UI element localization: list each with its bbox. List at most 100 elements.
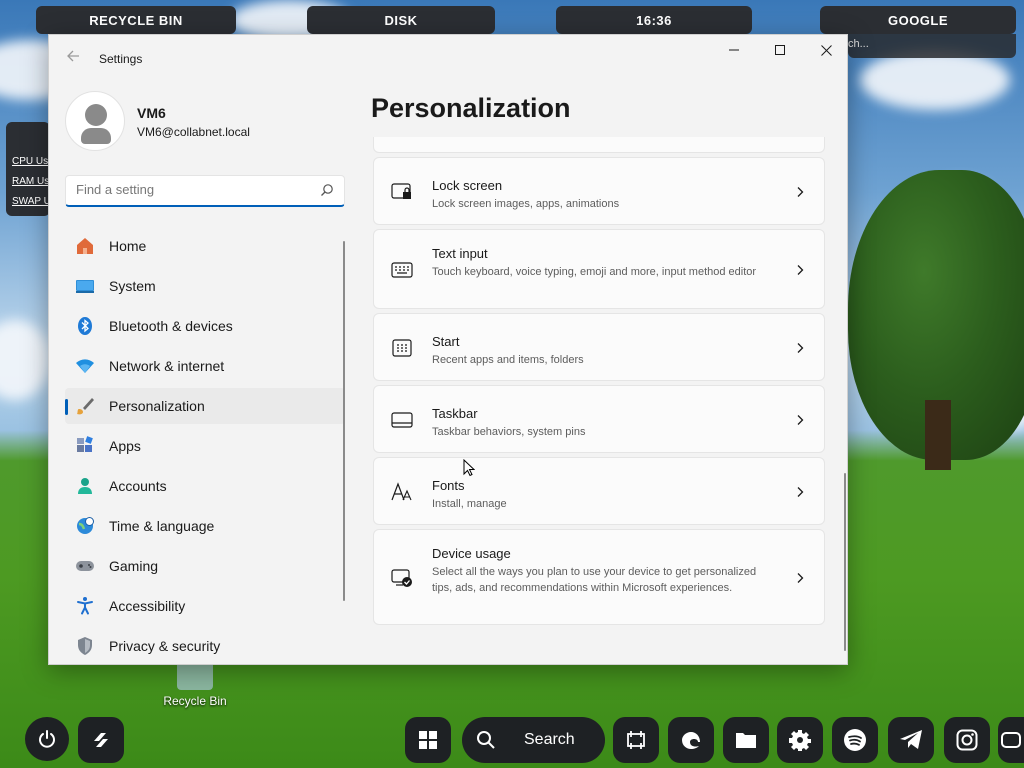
text-input-card[interactable]: Text input Touch keyboard, voice typing,… — [373, 229, 825, 309]
disk-widget[interactable]: DISK — [307, 6, 495, 34]
fonts-subtitle: Install, manage — [432, 498, 507, 510]
taskbar-search[interactable]: Search — [462, 717, 605, 763]
power-button[interactable] — [25, 717, 69, 761]
nav-item-apps[interactable]: Apps — [65, 428, 345, 464]
disk-widget-label: DISK — [384, 12, 418, 28]
snip-tool-button[interactable] — [613, 717, 659, 763]
system-icon — [75, 276, 95, 296]
chevron-right-icon — [797, 573, 804, 583]
settings-window: Settings VM6 VM6@collabnet.local Home Sy… — [48, 34, 848, 665]
clock-widget[interactable]: 16:36 — [556, 6, 752, 34]
avatar — [65, 91, 125, 151]
windows-icon — [419, 731, 437, 749]
maximize-icon — [775, 45, 785, 55]
taskbar-card[interactable]: Taskbar Taskbar behaviors, system pins — [373, 385, 825, 453]
mouse-cursor-icon — [463, 459, 475, 477]
recycle-bin-widget[interactable]: RECYCLE BIN — [36, 6, 236, 34]
instagram-icon — [956, 729, 978, 751]
google-widget[interactable]: GOOGLE — [820, 6, 1016, 34]
content-scrollbar[interactable] — [844, 473, 846, 651]
start-card[interactable]: Start Recent apps and items, folders — [373, 313, 825, 381]
cpu-usage-label[interactable]: CPU Us — [12, 156, 50, 167]
chevron-right-icon — [797, 343, 804, 353]
edge-button[interactable] — [668, 717, 714, 763]
brush-icon — [75, 396, 95, 416]
fonts-icon — [390, 480, 414, 504]
spotify-button[interactable] — [832, 717, 878, 763]
desktop-recycle-bin[interactable]: Recycle Bin — [160, 660, 230, 708]
nav-label-system: System — [109, 278, 156, 294]
swap-usage-label[interactable]: SWAP U — [12, 196, 50, 207]
title-bar: Settings — [49, 35, 847, 81]
telegram-icon — [900, 730, 922, 749]
chevron-right-icon — [797, 415, 804, 425]
network-icon — [75, 356, 95, 376]
nav-item-accounts[interactable]: Accounts — [65, 468, 345, 504]
screenshot-icon — [627, 731, 645, 749]
desktop-recycle-bin-label: Recycle Bin — [163, 694, 227, 708]
clock-time: 16:36 — [636, 12, 672, 28]
youtube-button[interactable] — [998, 717, 1024, 763]
chevron-right-icon — [797, 187, 804, 197]
file-explorer-button[interactable] — [723, 717, 769, 763]
nav-label-network: Network & internet — [109, 358, 225, 374]
minimize-icon — [729, 49, 739, 51]
edge-icon — [682, 732, 700, 749]
keyboard-icon — [390, 258, 414, 282]
nav-item-bluetooth[interactable]: Bluetooth & devices — [65, 308, 345, 344]
nav-label-home: Home — [109, 238, 147, 254]
search-icon[interactable] — [320, 183, 334, 197]
taskbar-subtitle: Taskbar behaviors, system pins — [432, 426, 586, 438]
nav-label-accessibility: Accessibility — [109, 598, 186, 614]
youtube-icon — [1001, 732, 1021, 748]
telegram-button[interactable] — [888, 717, 934, 763]
previous-card[interactable] — [373, 137, 825, 153]
nav-label-bluetooth: Bluetooth & devices — [109, 318, 233, 334]
nav-item-system[interactable]: System — [65, 268, 345, 304]
maximize-button[interactable] — [757, 35, 803, 65]
nav-label-apps: Apps — [109, 438, 141, 454]
settings-search — [65, 175, 345, 207]
lock-screen-card[interactable]: Lock screen Lock screen images, apps, an… — [373, 157, 825, 225]
ram-usage-label[interactable]: RAM Us — [12, 176, 50, 187]
lock-screen-icon — [390, 180, 414, 204]
sidebar-scrollbar[interactable] — [343, 241, 345, 601]
nav-item-home[interactable]: Home — [65, 228, 345, 264]
widgets-button[interactable] — [78, 717, 124, 763]
taskbar-icon — [390, 408, 414, 432]
nav-item-privacy[interactable]: Privacy & security — [65, 628, 345, 664]
text-input-subtitle: Touch keyboard, voice typing, emoji and … — [432, 266, 757, 278]
device-usage-subtitle: Select all the ways you plan to use your… — [432, 566, 757, 594]
nav-label-gaming: Gaming — [109, 558, 159, 574]
profile-email: VM6@collabnet.local — [137, 125, 250, 139]
shield-icon — [75, 636, 95, 656]
home-icon — [75, 236, 95, 256]
device-usage-title: Device usage — [432, 546, 511, 561]
nav-item-accessibility[interactable]: Accessibility — [65, 588, 345, 624]
nav-item-time-language[interactable]: Time & language — [65, 508, 345, 544]
minimize-button[interactable] — [711, 35, 757, 65]
google-search-field[interactable]: ch... — [848, 34, 1016, 58]
lock-screen-title: Lock screen — [432, 178, 503, 193]
accounts-icon — [75, 476, 95, 496]
start-button[interactable] — [405, 717, 451, 763]
sidebar-nav: Home System Bluetooth & devices Network … — [65, 228, 345, 664]
instagram-button[interactable] — [944, 717, 990, 763]
chevron-right-icon — [797, 487, 804, 497]
profile-name: VM6 — [137, 105, 166, 121]
settings-dock-button[interactable] — [777, 717, 823, 763]
device-usage-card[interactable]: Device usage Select all the ways you pla… — [373, 529, 825, 625]
search-input[interactable] — [76, 182, 306, 197]
taskbar-search-label: Search — [524, 731, 575, 748]
nav-item-personalization[interactable]: Personalization — [65, 388, 345, 424]
fonts-card[interactable]: Fonts Install, manage — [373, 457, 825, 525]
globe-clock-icon — [75, 516, 95, 536]
nav-item-gaming[interactable]: Gaming — [65, 548, 345, 584]
back-arrow-icon — [67, 50, 79, 62]
nav-label-privacy: Privacy & security — [109, 638, 221, 654]
nav-item-network[interactable]: Network & internet — [65, 348, 345, 384]
back-button[interactable] — [63, 49, 83, 69]
search-icon — [477, 731, 495, 749]
page-title: Personalization — [371, 93, 571, 123]
close-button[interactable] — [803, 35, 847, 65]
